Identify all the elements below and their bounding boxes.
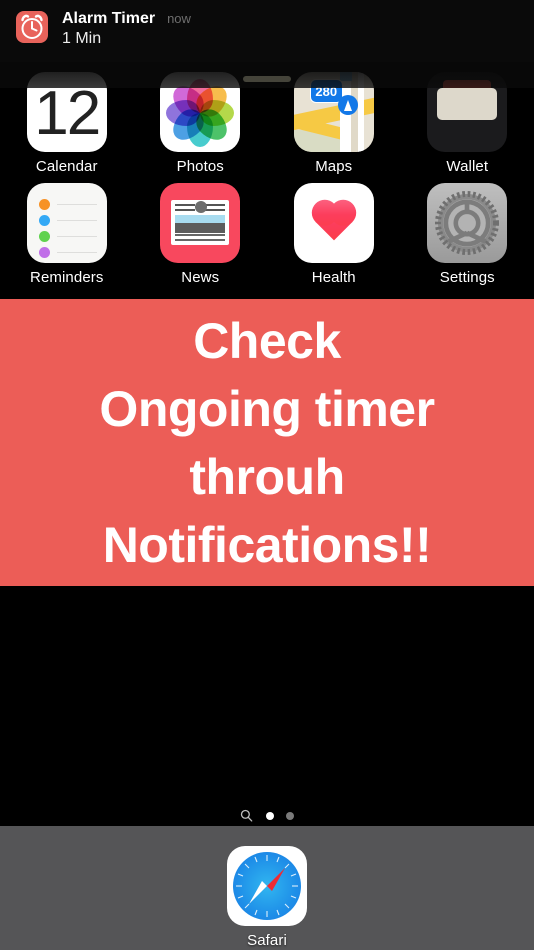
app-label-news: News [181, 269, 220, 286]
heart-icon [315, 203, 353, 241]
app-label-reminders: Reminders [30, 269, 104, 286]
app-label-health: Health [311, 269, 356, 286]
notification-timestamp: now [167, 11, 191, 26]
notification-body: 1 Min [62, 30, 102, 47]
app-icon-reminders[interactable]: Reminders [0, 183, 134, 286]
notification-app-title: Alarm Timer [62, 10, 156, 27]
photos-pinwheel [166, 79, 235, 147]
instruction-overlay-text: Check Ongoing timer throuh Notifications… [99, 312, 435, 573]
dock-app-label-safari: Safari [247, 932, 287, 949]
dock: Safari [0, 826, 534, 950]
app-icon-news[interactable]: News [134, 183, 268, 286]
app-label-settings: Settings [439, 269, 495, 286]
maps-navigation-arrow-icon [337, 95, 358, 115]
dock-app-safari[interactable]: Safari [227, 846, 307, 949]
app-grid-row-2: Reminders News Health Settings [0, 183, 534, 286]
calendar-day-number: 12 [34, 79, 101, 148]
app-label-photos: Photos [176, 158, 224, 175]
health-icon [293, 183, 374, 263]
app-icon-health[interactable]: Health [267, 183, 401, 286]
iphone-home-screen: 12 Calendar Photos 280 Maps Wallet Remin… [0, 0, 534, 950]
app-label-wallet: Wallet [446, 158, 489, 175]
notification-text: Alarm Timer now 1 Min [62, 10, 191, 48]
alarm-clock-icon [16, 11, 48, 43]
page-indicator [0, 809, 534, 822]
instruction-overlay: Check Ongoing timer throuh Notifications… [0, 299, 534, 586]
app-label-calendar: Calendar [35, 158, 98, 175]
reminders-icon [26, 183, 107, 263]
gear-icon [427, 183, 507, 263]
app-label-maps: Maps [315, 158, 353, 175]
safari-compass-icon [227, 846, 307, 926]
notification-banner[interactable]: Alarm Timer now 1 Min [0, 0, 534, 62]
news-icon [160, 183, 241, 263]
notification-grabber-handle[interactable] [243, 76, 291, 82]
search-icon[interactable] [240, 809, 253, 822]
page-dot-1[interactable] [266, 811, 274, 820]
app-icon-settings[interactable]: Settings [401, 183, 534, 286]
settings-icon [427, 183, 508, 263]
page-dot-2[interactable] [286, 811, 294, 820]
